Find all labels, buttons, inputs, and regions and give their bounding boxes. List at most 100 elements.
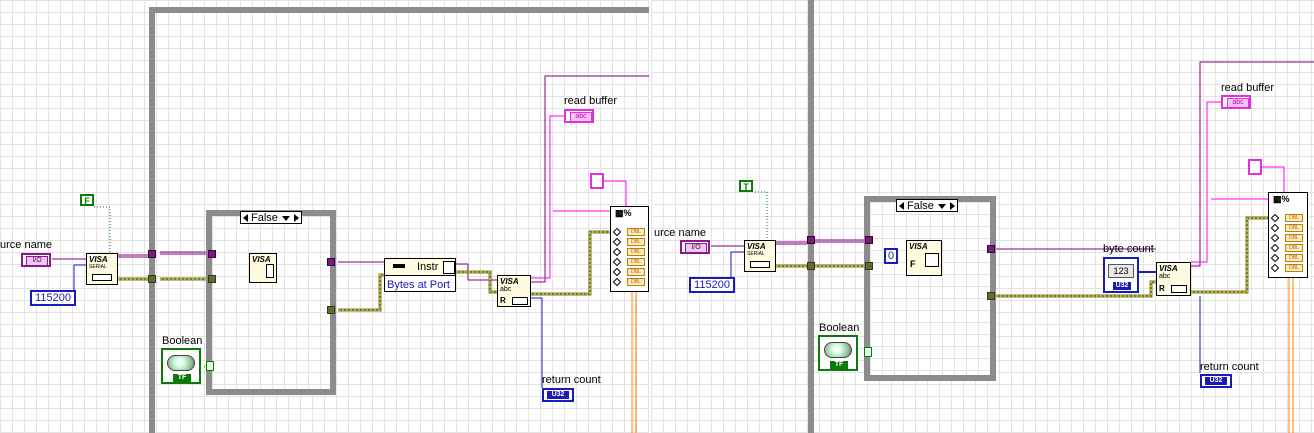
zero-constant[interactable]: 0	[884, 248, 898, 264]
case-tunnel-visa-out	[327, 258, 335, 266]
boolean-label: Boolean	[162, 335, 203, 347]
buffer-icon	[266, 264, 274, 278]
numeric-display: 123	[1108, 264, 1134, 278]
led-icon	[824, 342, 852, 358]
format-percent-icon: ▩%	[615, 208, 632, 218]
case-tunnel-error-out	[327, 306, 335, 314]
case-tunnel-visa-in	[865, 236, 873, 244]
vi-title: VISA	[747, 242, 766, 251]
read-r-icon: R	[1159, 284, 1165, 293]
case-selector[interactable]: False	[240, 211, 302, 224]
read-buffer-indicator[interactable]: abc	[564, 109, 594, 123]
case-tunnel-error-out	[987, 292, 995, 300]
loop-tunnel-error	[807, 262, 815, 270]
string-tag: abc	[1227, 98, 1249, 108]
vi-subtitle: abc	[1159, 273, 1171, 280]
next-case-arrow-icon[interactable]	[950, 202, 955, 210]
serial-chip-icon	[512, 297, 528, 305]
u32-tag: U32	[1113, 282, 1131, 290]
vi-title: VISA	[500, 277, 519, 286]
format-string-constant[interactable]	[590, 173, 604, 189]
vi-subtitle: SERIAL	[89, 264, 107, 270]
resource-name-label: urce name	[0, 239, 52, 251]
case-structure[interactable]	[206, 210, 336, 395]
io-tag: I/O	[26, 256, 48, 266]
return-count-indicator[interactable]: U32	[1200, 374, 1232, 388]
case-tunnel-error-in	[208, 275, 216, 283]
visa-read[interactable]: VISA abc R	[497, 275, 531, 307]
resource-name-control[interactable]: I/O	[21, 253, 51, 267]
flush-f-icon: F	[910, 259, 916, 269]
prev-case-arrow-icon[interactable]	[243, 214, 248, 222]
vi-subtitle: SERIAL	[747, 251, 765, 257]
format-string-constant[interactable]	[1248, 159, 1262, 175]
baud-rate-constant[interactable]: 115200	[689, 277, 735, 293]
case-selector[interactable]: False	[896, 199, 958, 212]
next-case-arrow-icon[interactable]	[294, 214, 299, 222]
buffer-icon	[925, 253, 939, 267]
case-structure[interactable]	[864, 196, 996, 381]
chevron-down-icon[interactable]	[938, 204, 946, 209]
visa-configure-serial-port[interactable]: VISA SERIAL	[744, 240, 776, 272]
case-selector-label: False	[907, 200, 934, 212]
case-structure-interior	[870, 202, 990, 375]
return-count-label: return count	[1200, 361, 1259, 373]
vi-title: VISA	[1159, 264, 1178, 273]
loop-condition-icon[interactable]	[206, 361, 214, 371]
string-tag: abc	[570, 112, 592, 122]
read-r-icon: R	[500, 296, 506, 305]
case-tunnel-error-in	[865, 262, 873, 270]
vi-subtitle: abc	[500, 286, 512, 293]
return-count-label: return count	[542, 374, 601, 386]
visa-read[interactable]: VISA abc R	[1156, 262, 1191, 296]
property-node-class: Instr	[417, 261, 439, 273]
loop-condition-icon[interactable]	[864, 347, 872, 357]
visa-configure-serial-port[interactable]: VISA SERIAL	[86, 253, 118, 285]
u32-tag: U32	[547, 391, 569, 399]
case-tunnel-visa-in	[208, 250, 216, 258]
loop-tunnel-visa	[807, 236, 815, 244]
return-count-indicator[interactable]: U32	[542, 388, 574, 402]
vi-title: VISA	[252, 255, 271, 264]
refnum-chip-icon	[443, 261, 455, 274]
byte-count-control[interactable]: 123 U32	[1103, 257, 1139, 293]
read-buffer-label: read buffer	[564, 95, 618, 107]
serial-chip-icon	[1171, 285, 1187, 293]
visa-flush-io-buffer[interactable]: VISA F	[906, 240, 942, 276]
property-bytes-at-port[interactable]: Bytes at Port	[387, 279, 450, 291]
prev-case-arrow-icon[interactable]	[899, 202, 904, 210]
format-into-string[interactable]: ▩% DBL DBL DBL DBL DBL DBL	[1268, 192, 1308, 278]
baud-rate-constant[interactable]: 115200	[30, 290, 76, 306]
case-tunnel-visa-out	[987, 245, 995, 253]
case-structure-interior	[212, 216, 330, 389]
block-diagram-right[interactable]: urce name I/O 115200 T VISA SERIAL False…	[651, 0, 1314, 433]
u32-tag: U32	[1205, 377, 1227, 385]
block-diagram-left[interactable]: urce name I/O 115200 F VISA SERIAL False…	[0, 0, 649, 433]
serial-chip-icon	[92, 274, 112, 281]
boolean-label: Boolean	[819, 322, 860, 334]
resource-name-control[interactable]: I/O	[680, 240, 710, 254]
serial-chip-icon	[750, 261, 770, 268]
boolean-control[interactable]: TF	[161, 348, 201, 384]
visa-flush-io-buffer[interactable]: VISA	[249, 253, 277, 283]
property-node-header: Instr	[385, 259, 455, 276]
tf-tag: TF	[173, 374, 191, 382]
boolean-control[interactable]: TF	[818, 335, 858, 371]
true-constant[interactable]: T	[739, 180, 753, 192]
led-icon	[167, 355, 195, 371]
case-selector-label: False	[251, 212, 278, 224]
false-constant[interactable]: F	[80, 194, 94, 206]
chevron-down-icon[interactable]	[282, 216, 290, 221]
property-node[interactable]: Instr Bytes at Port	[384, 258, 456, 292]
read-buffer-indicator[interactable]: abc	[1221, 95, 1251, 109]
tf-tag: TF	[830, 361, 848, 369]
vi-title: VISA	[89, 255, 108, 264]
vi-title: VISA	[909, 242, 928, 251]
loop-tunnel-error	[148, 275, 156, 283]
loop-tunnel-visa	[148, 250, 156, 258]
resource-name-label: urce name	[654, 227, 706, 239]
format-into-string[interactable]: ▩% DBL DBL DBL DBL DBL DBL	[610, 206, 649, 292]
format-percent-icon: ▩%	[1273, 194, 1290, 204]
io-tag: I/O	[685, 243, 707, 253]
byte-count-label: byte count	[1103, 243, 1154, 255]
